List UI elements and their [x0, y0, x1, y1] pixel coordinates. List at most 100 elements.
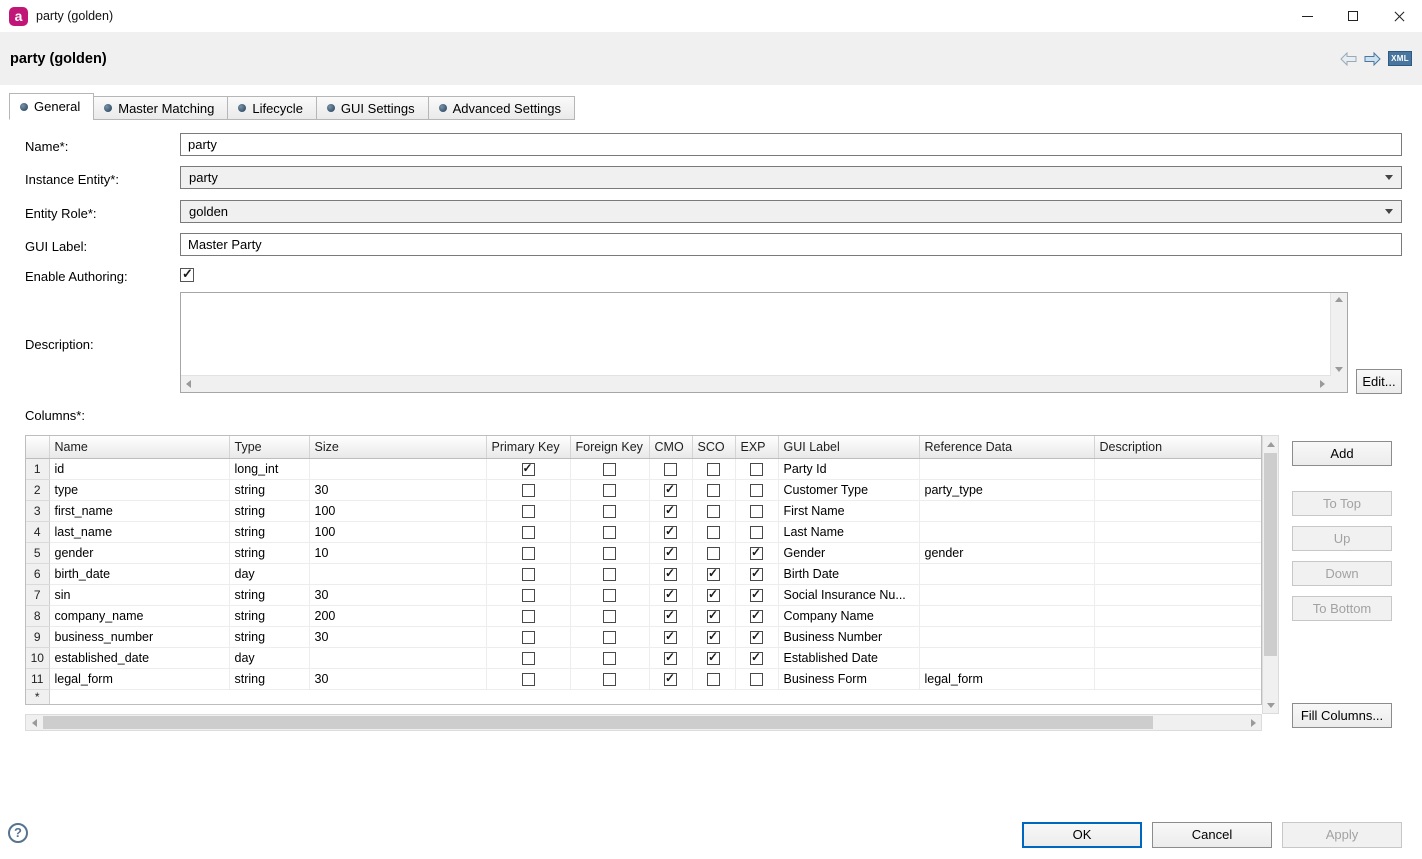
- checkbox-primary-key[interactable]: [522, 631, 535, 644]
- cell-type[interactable]: string: [229, 584, 309, 605]
- cell-gui-label[interactable]: Company Name: [778, 605, 919, 626]
- checkbox-primary-key[interactable]: [522, 589, 535, 602]
- table-row[interactable]: 5genderstring10Gendergender: [26, 542, 1261, 563]
- maximize-button[interactable]: [1330, 0, 1376, 32]
- cell-name[interactable]: established_date: [49, 647, 229, 668]
- checkbox-cmo[interactable]: [664, 589, 677, 602]
- enable-authoring-checkbox[interactable]: [180, 268, 194, 282]
- cell-gui-label[interactable]: Established Date: [778, 647, 919, 668]
- cell-type[interactable]: string: [229, 542, 309, 563]
- cell-reference-data[interactable]: [919, 500, 1094, 521]
- fill-columns-button[interactable]: Fill Columns...: [1292, 703, 1392, 728]
- checkbox-exp[interactable]: [750, 463, 763, 476]
- cell-name[interactable]: type: [49, 479, 229, 500]
- cell-reference-data[interactable]: gender: [919, 542, 1094, 563]
- cell-description[interactable]: [1094, 500, 1261, 521]
- cell-description[interactable]: [1094, 521, 1261, 542]
- checkbox-primary-key[interactable]: [522, 505, 535, 518]
- cell-description[interactable]: [1094, 626, 1261, 647]
- checkbox-sco[interactable]: [707, 484, 720, 497]
- checkbox-foreign-key[interactable]: [603, 505, 616, 518]
- cell-size[interactable]: [309, 647, 486, 668]
- column-header-description[interactable]: Description: [1094, 436, 1261, 458]
- checkbox-primary-key[interactable]: [522, 526, 535, 539]
- cell-name[interactable]: company_name: [49, 605, 229, 626]
- checkbox-cmo[interactable]: [664, 547, 677, 560]
- cell-reference-data[interactable]: [919, 458, 1094, 479]
- checkbox-foreign-key[interactable]: [603, 610, 616, 623]
- cell-name[interactable]: id: [49, 458, 229, 479]
- column-header-foreign-key[interactable]: Foreign Key: [570, 436, 649, 458]
- checkbox-sco[interactable]: [707, 631, 720, 644]
- checkbox-foreign-key[interactable]: [603, 631, 616, 644]
- cell-name[interactable]: first_name: [49, 500, 229, 521]
- checkbox-foreign-key[interactable]: [603, 652, 616, 665]
- table-row[interactable]: 2typestring30Customer Typeparty_type: [26, 479, 1261, 500]
- table-horizontal-scrollbar[interactable]: [25, 714, 1262, 731]
- cell-gui-label[interactable]: Gender: [778, 542, 919, 563]
- cell-name[interactable]: sin: [49, 584, 229, 605]
- cell-size[interactable]: 30: [309, 626, 486, 647]
- column-header-gui-label[interactable]: GUI Label: [778, 436, 919, 458]
- column-header-type[interactable]: Type: [229, 436, 309, 458]
- cell-reference-data[interactable]: [919, 563, 1094, 584]
- cell-name[interactable]: legal_form: [49, 668, 229, 689]
- checkbox-primary-key[interactable]: [522, 652, 535, 665]
- checkbox-sco[interactable]: [707, 673, 720, 686]
- cell-size[interactable]: 30: [309, 479, 486, 500]
- cell-type[interactable]: string: [229, 500, 309, 521]
- cell-type[interactable]: string: [229, 668, 309, 689]
- cell-description[interactable]: [1094, 542, 1261, 563]
- description-field[interactable]: [180, 292, 1348, 393]
- cell-size[interactable]: 30: [309, 584, 486, 605]
- column-header-reference-data[interactable]: Reference Data: [919, 436, 1094, 458]
- checkbox-exp[interactable]: [750, 610, 763, 623]
- up-button[interactable]: Up: [1292, 526, 1392, 551]
- description-text[interactable]: [183, 295, 1327, 372]
- tab-lifecycle[interactable]: Lifecycle: [227, 96, 317, 120]
- horizontal-scroll-thumb[interactable]: [43, 716, 1153, 729]
- cell-description[interactable]: [1094, 668, 1261, 689]
- checkbox-foreign-key[interactable]: [603, 673, 616, 686]
- checkbox-exp[interactable]: [750, 652, 763, 665]
- cell-reference-data[interactable]: [919, 521, 1094, 542]
- checkbox-exp[interactable]: [750, 484, 763, 497]
- checkbox-exp[interactable]: [750, 589, 763, 602]
- checkbox-foreign-key[interactable]: [603, 568, 616, 581]
- cell-type[interactable]: day: [229, 563, 309, 584]
- checkbox-cmo[interactable]: [664, 484, 677, 497]
- tab-gui-settings[interactable]: GUI Settings: [316, 96, 429, 120]
- cell-type[interactable]: long_int: [229, 458, 309, 479]
- column-header-size[interactable]: Size: [309, 436, 486, 458]
- checkbox-exp[interactable]: [750, 631, 763, 644]
- instance-entity-select[interactable]: party: [180, 166, 1402, 189]
- checkbox-exp[interactable]: [750, 673, 763, 686]
- description-horizontal-scrollbar[interactable]: [181, 375, 1330, 392]
- table-row[interactable]: 11legal_formstring30Business Formlegal_f…: [26, 668, 1261, 689]
- name-input[interactable]: [180, 133, 1402, 156]
- cell-reference-data[interactable]: party_type: [919, 479, 1094, 500]
- column-header-cmo[interactable]: CMO: [649, 436, 692, 458]
- checkbox-exp[interactable]: [750, 547, 763, 560]
- checkbox-sco[interactable]: [707, 463, 720, 476]
- cell-size[interactable]: 100: [309, 521, 486, 542]
- checkbox-cmo[interactable]: [664, 463, 677, 476]
- vertical-scroll-thumb[interactable]: [1264, 453, 1277, 656]
- checkbox-primary-key[interactable]: [522, 484, 535, 497]
- empty-new-row-cell[interactable]: [49, 689, 1261, 704]
- checkbox-primary-key[interactable]: [522, 547, 535, 560]
- cell-size[interactable]: [309, 563, 486, 584]
- table-row[interactable]: 7sinstring30Social Insurance Nu...: [26, 584, 1261, 605]
- cell-description[interactable]: [1094, 647, 1261, 668]
- checkbox-exp[interactable]: [750, 526, 763, 539]
- xml-badge[interactable]: XML: [1388, 51, 1412, 66]
- back-arrow-icon[interactable]: [1340, 52, 1357, 66]
- cell-name[interactable]: business_number: [49, 626, 229, 647]
- cell-size[interactable]: 10: [309, 542, 486, 563]
- checkbox-cmo[interactable]: [664, 526, 677, 539]
- cell-gui-label[interactable]: Birth Date: [778, 563, 919, 584]
- down-button[interactable]: Down: [1292, 561, 1392, 586]
- forward-arrow-icon[interactable]: [1364, 52, 1381, 66]
- checkbox-sco[interactable]: [707, 610, 720, 623]
- gui-label-input[interactable]: [180, 233, 1402, 256]
